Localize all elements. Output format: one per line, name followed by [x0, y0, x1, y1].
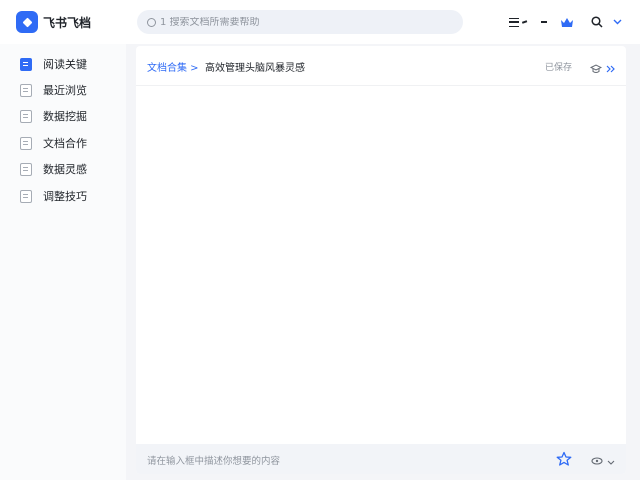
prompt-placeholder[interactable]: 请在输入框中描述你想要的内容 [147, 453, 280, 467]
document-icon [20, 162, 32, 176]
sidebar-item-tips[interactable]: 调整技巧 [20, 186, 120, 206]
double-chevron-right-icon[interactable] [605, 60, 617, 73]
doc-header: 文档合集 > 高效管理头脑风暴灵感 已保存 [136, 46, 626, 86]
search-input[interactable] [160, 16, 450, 28]
eye-icon[interactable] [591, 452, 603, 465]
sidebar-item-collab[interactable]: 文档合作 [20, 133, 120, 153]
menu-icon[interactable] [509, 14, 533, 30]
search-bar[interactable] [137, 10, 463, 34]
star-icon[interactable] [556, 451, 572, 467]
sidebar-item-label: 文档合作 [43, 137, 87, 150]
graduation-cap-icon[interactable] [589, 60, 603, 73]
sidebar-item-label: 调整技巧 [43, 190, 87, 203]
sidebar-item-label: 数据挖掘 [43, 110, 87, 123]
breadcrumb[interactable]: 文档合集 > [147, 59, 199, 74]
document-icon [20, 57, 32, 71]
document-icon [20, 83, 32, 97]
sidebar-item-reading[interactable]: 阅读关键 [20, 54, 120, 74]
search-icon[interactable] [591, 14, 605, 30]
document-icon [20, 136, 32, 150]
minus-icon[interactable] [541, 14, 549, 30]
app-title: 飞书飞档 [43, 16, 92, 30]
sidebar-item-label: 阅读关键 [43, 58, 87, 71]
chevron-down-icon[interactable] [606, 453, 615, 465]
document-canvas[interactable] [136, 87, 626, 444]
sidebar: 阅读关键 最近浏览 数据挖掘 文档合作 数据灵感 调整技巧 [0, 44, 126, 480]
sidebar-item-label: 数据灵感 [43, 163, 87, 176]
search-icon [147, 17, 156, 27]
doc-title: 高效管理头脑风暴灵感 [205, 63, 305, 74]
chevron-down-icon[interactable] [613, 14, 623, 30]
document-icon [20, 189, 32, 203]
save-status: 已保存 [545, 63, 573, 73]
prompt-bar[interactable]: 请在输入框中描述你想要的内容 [136, 444, 626, 474]
sidebar-item-mining[interactable]: 数据挖掘 [20, 106, 120, 126]
top-bar: 飞书飞档 [0, 0, 640, 44]
crown-icon[interactable] [560, 14, 576, 30]
sidebar-item-label: 最近浏览 [43, 84, 87, 97]
feishu-logo-icon[interactable] [16, 11, 38, 33]
main-panel: 文档合集 > 高效管理头脑风暴灵感 已保存 请在输入框中描述你想要的内容 [136, 46, 626, 474]
document-icon [20, 109, 32, 123]
sidebar-item-inspiration[interactable]: 数据灵感 [20, 159, 120, 179]
sidebar-item-recent[interactable]: 最近浏览 [20, 80, 120, 100]
